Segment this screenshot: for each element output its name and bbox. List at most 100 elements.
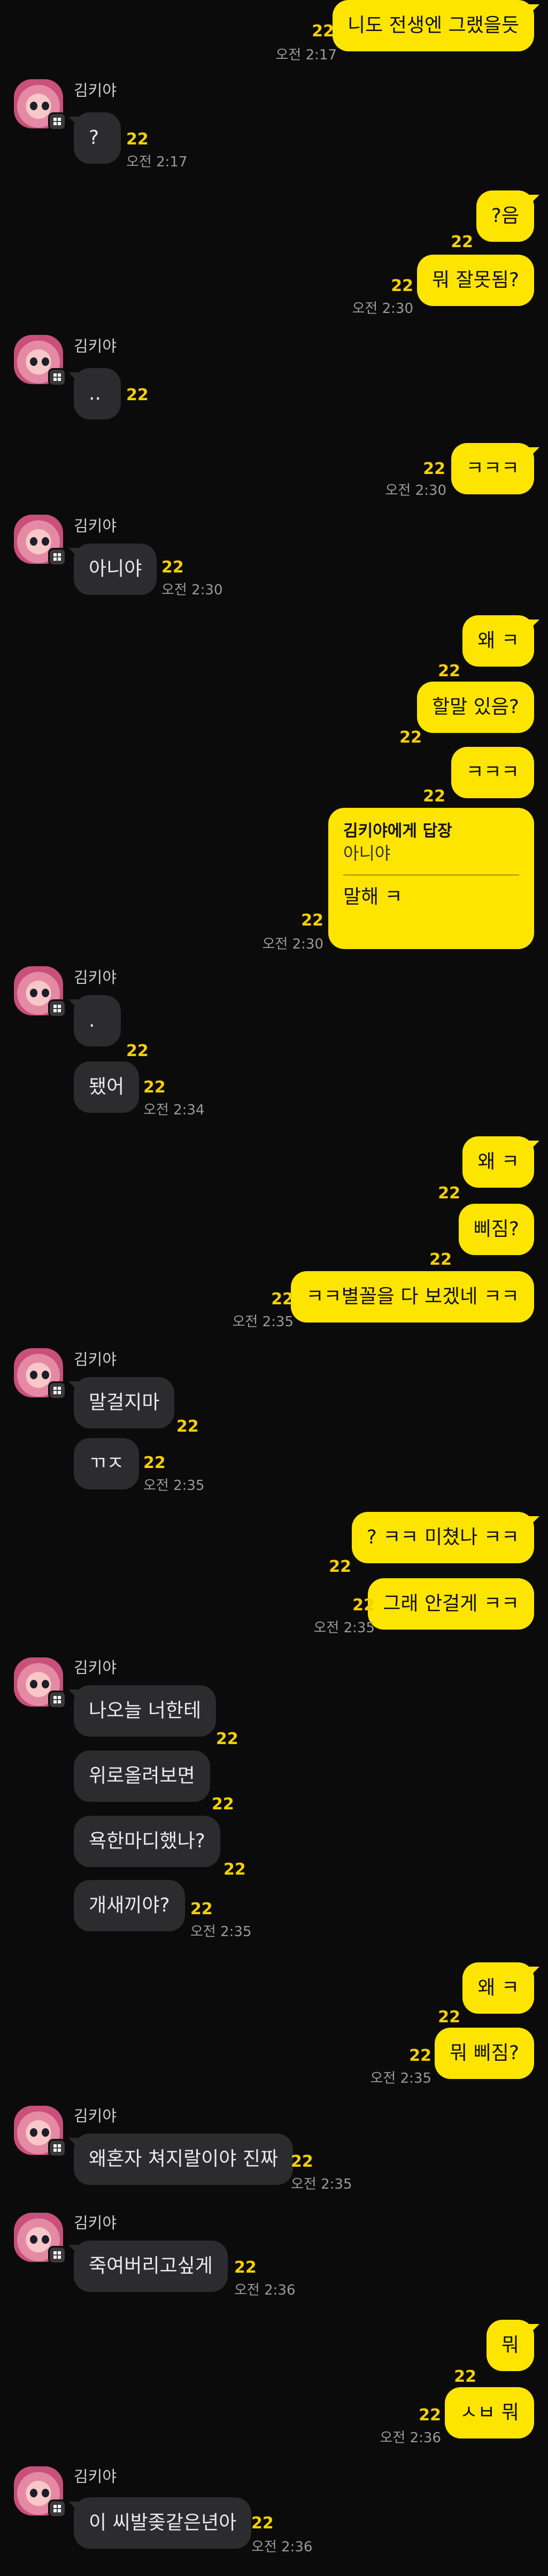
message-bubble-theirs[interactable]: 개새끼야? — [74, 1880, 185, 1931]
unread-count: 22 — [301, 911, 323, 930]
partner-name: 김키야 — [74, 2467, 117, 2486]
unread-count: 22 — [438, 2008, 460, 2027]
partner-avatar[interactable] — [14, 1657, 66, 1709]
unread-count: 22 — [454, 2367, 476, 2386]
partner-name: 김키야 — [74, 2107, 117, 2125]
chat-scroll-area[interactable]: 니도 전생엔 그랬을듯 22 오전 2:17 김키야 ? 22 오전 2:17 … — [0, 0, 548, 2576]
message-time: 오전 2:36 — [234, 2282, 296, 2298]
unread-count: 22 — [423, 787, 445, 806]
unread-count: 22 — [329, 1557, 351, 1576]
message-bubble-theirs[interactable]: 아니야 — [68, 544, 157, 595]
message-bubble-mine[interactable]: 뭐 — [486, 2320, 540, 2371]
message-bubble-theirs[interactable]: ? — [68, 112, 121, 164]
unread-count: 22 — [291, 2152, 313, 2171]
message-bubble-theirs[interactable]: 위로올려보면 — [74, 1751, 210, 1802]
message-bubble-mine[interactable]: ?음 — [476, 190, 540, 242]
partner-avatar[interactable] — [14, 966, 66, 1018]
partner-avatar[interactable] — [14, 2466, 66, 2518]
message-time: 오전 2:35 — [190, 1924, 252, 1940]
grid-badge-icon — [48, 548, 66, 566]
unread-count: 22 — [391, 277, 413, 295]
message-time: 오전 2:36 — [251, 2539, 313, 2555]
partner-avatar[interactable] — [14, 1348, 66, 1400]
partner-name: 김키야 — [74, 2214, 117, 2232]
message-time: 오전 2:30 — [262, 936, 324, 952]
message-bubble-theirs[interactable]: .. — [68, 368, 121, 419]
unread-count: 22 — [451, 233, 473, 251]
unread-count: 22 — [438, 662, 460, 681]
unread-count: 22 — [161, 558, 184, 577]
message-bubble-mine[interactable]: 왜 ㅋ — [462, 1136, 539, 1188]
unread-count: 22 — [126, 386, 149, 404]
message-bubble-mine[interactable]: 뭐 삐짐? — [435, 2028, 534, 2079]
message-bubble-mine[interactable]: 왜 ㅋ — [462, 615, 539, 667]
unread-count: 22 — [176, 1417, 199, 1436]
message-bubble-mine[interactable]: 뭐 잘못됨? — [416, 255, 534, 306]
grid-badge-icon — [48, 1691, 66, 1709]
message-bubble-mine[interactable]: ㅅㅂ 뭐 — [445, 2387, 534, 2439]
quoted-message[interactable]: 아니야 — [343, 842, 519, 865]
unread-count: 22 — [126, 1042, 149, 1060]
unread-count: 22 — [126, 130, 149, 149]
partner-avatar[interactable] — [14, 2106, 66, 2157]
message-bubble-theirs[interactable]: 나오늘 너한테 — [68, 1685, 217, 1737]
message-bubble-mine[interactable]: 그래 안걸게 ㅋㅋ — [368, 1578, 534, 1630]
partner-name: 김키야 — [74, 1658, 117, 1677]
message-bubble-theirs[interactable]: ㄲㅈ — [74, 1438, 140, 1489]
unread-count: 22 — [143, 1454, 166, 1472]
unread-count: 22 — [438, 1184, 460, 1203]
partner-avatar[interactable] — [14, 335, 66, 386]
message-bubble-mine[interactable]: 할말 있음? — [416, 682, 534, 733]
partner-name: 김키야 — [74, 517, 117, 535]
message-time: 오전 2:30 — [352, 301, 414, 317]
message-bubble-mine[interactable]: ㅋㅋㅋ — [451, 747, 534, 798]
reply-divider — [343, 874, 519, 876]
unread-count: 22 — [423, 460, 445, 478]
message-bubble-mine[interactable]: 왜 ㅋ — [462, 1962, 539, 2014]
partner-avatar[interactable] — [14, 515, 66, 566]
message-bubble-mine[interactable]: ㅋㅋㅋ — [451, 443, 540, 494]
reply-message-bubble[interactable]: 김키야에게 답장 아니야 말해 ㅋ — [328, 808, 534, 949]
unread-count: 22 — [234, 2258, 257, 2277]
unread-count: 22 — [409, 2046, 431, 2065]
message-bubble-theirs[interactable]: . — [68, 995, 121, 1046]
unread-count: 22 — [251, 2514, 274, 2533]
reply-text: 말해 ㅋ — [343, 886, 403, 908]
message-time: 오전 2:35 — [291, 2176, 352, 2192]
message-time: 오전 2:35 — [370, 2070, 432, 2086]
message-bubble-theirs[interactable]: 욕한마디했나? — [74, 1816, 220, 1867]
message-bubble-mine[interactable]: 니도 전생엔 그랬을듯 — [333, 0, 539, 51]
message-bubble-mine[interactable]: ? ㅋㅋ 미쳤나 ㅋㅋ — [351, 1512, 540, 1563]
grid-badge-icon — [48, 2139, 66, 2157]
unread-count: 22 — [212, 1795, 234, 1814]
unread-count: 22 — [312, 22, 334, 41]
message-time: 오전 2:17 — [126, 154, 188, 170]
unread-count: 22 — [190, 1900, 213, 1918]
unread-count: 22 — [352, 1596, 375, 1615]
grid-badge-icon — [48, 1381, 66, 1400]
message-bubble-theirs[interactable]: 됐어 — [74, 1061, 140, 1113]
partner-name: 김키야 — [74, 337, 117, 355]
message-bubble-theirs[interactable]: 죽여버리고싶게 — [68, 2241, 228, 2292]
partner-name: 김키야 — [74, 81, 117, 100]
unread-count: 22 — [419, 2406, 441, 2425]
message-bubble-theirs[interactable]: 말걸지마 — [68, 1377, 175, 1428]
message-time: 오전 2:30 — [161, 582, 223, 598]
message-bubble-theirs[interactable]: 이 씨발좆같은년아 — [68, 2497, 252, 2549]
unread-count: 22 — [223, 1860, 246, 1879]
message-time: 오전 2:35 — [232, 1314, 294, 1330]
message-time: 오전 2:17 — [275, 47, 337, 63]
message-bubble-mine[interactable]: ㅋㅋ별꼴을 다 보겠네 ㅋㅋ — [291, 1271, 534, 1323]
grid-badge-icon — [48, 368, 66, 386]
partner-name: 김키야 — [74, 968, 117, 987]
partner-avatar[interactable] — [14, 79, 66, 131]
partner-name: 김키야 — [74, 1350, 117, 1369]
reply-to-label: 김키야에게 답장 — [343, 822, 452, 840]
message-bubble-mine[interactable]: 삐짐? — [458, 1204, 534, 1255]
message-bubble-theirs[interactable]: 왜혼자 쳐지랄이야 진짜 — [68, 2134, 294, 2185]
grid-badge-icon — [48, 112, 66, 131]
partner-avatar[interactable] — [14, 2213, 66, 2264]
unread-count: 22 — [143, 1078, 166, 1097]
message-time: 오전 2:36 — [380, 2430, 442, 2446]
grid-badge-icon — [48, 2499, 66, 2518]
